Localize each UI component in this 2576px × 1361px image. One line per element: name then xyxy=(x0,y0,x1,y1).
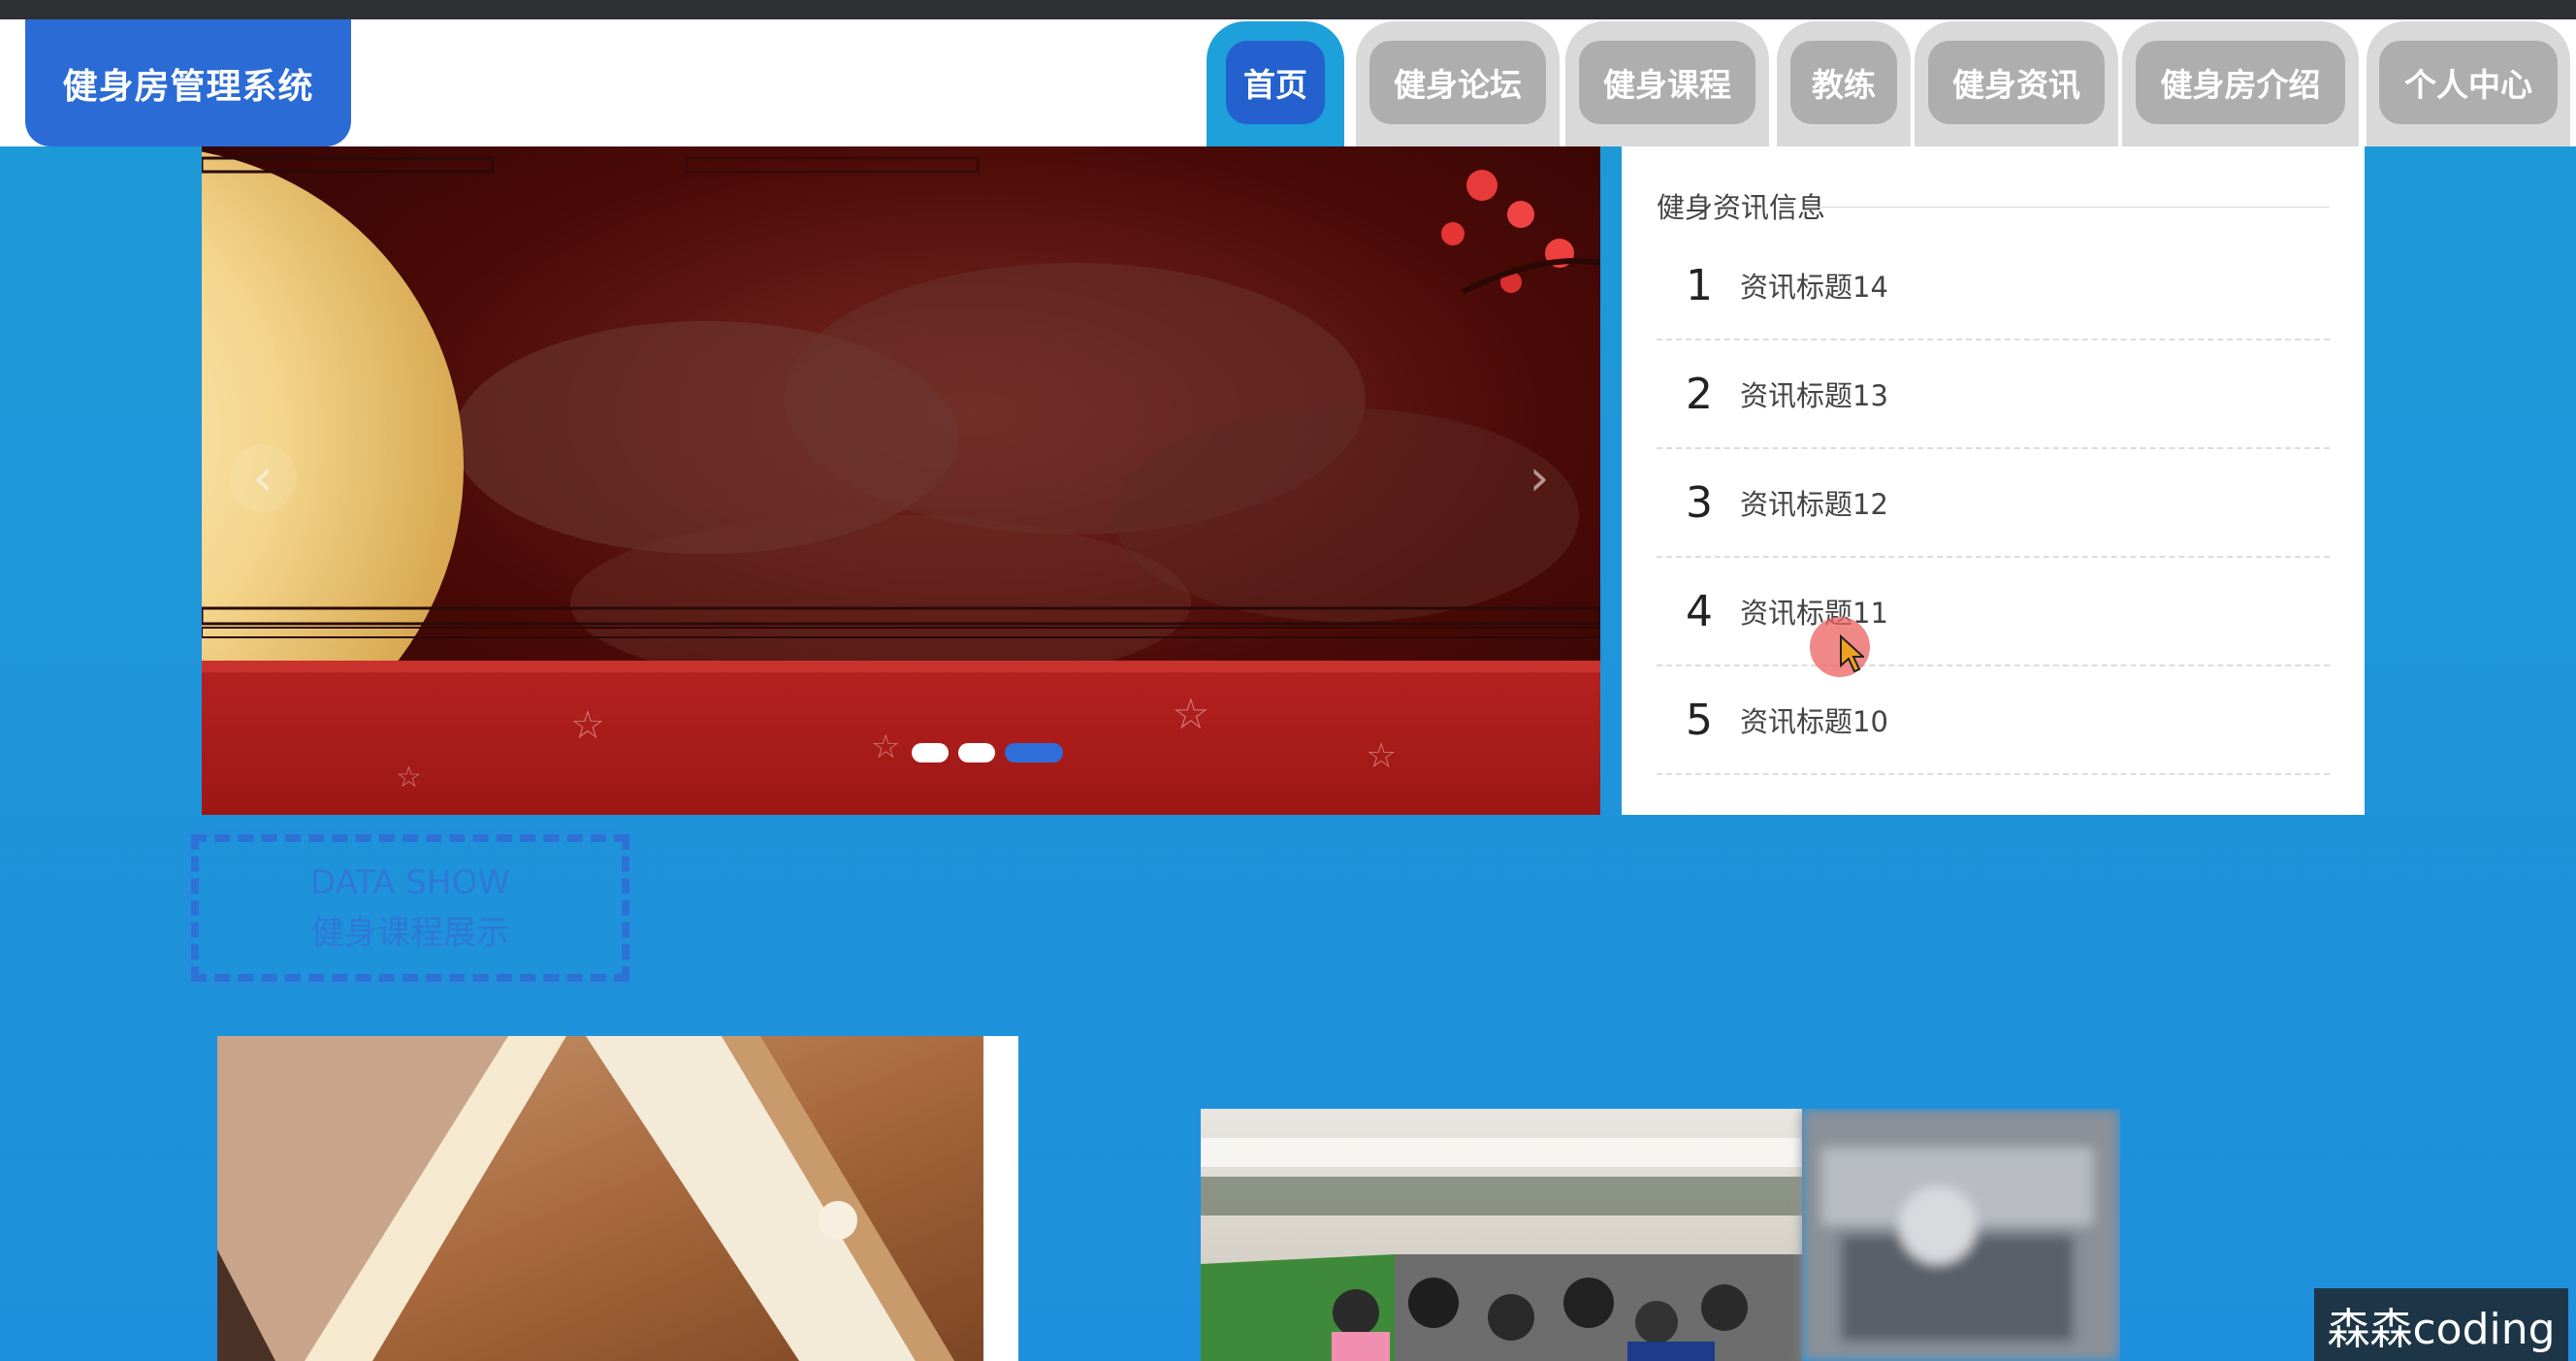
news-list-item[interactable]: 4 资讯标题11 xyxy=(1657,558,2330,666)
app-logo[interactable]: 健身房管理系统 xyxy=(25,19,351,146)
section-heading: DATA SHOW 健身课程展示 xyxy=(191,834,629,982)
news-item-number: 4 xyxy=(1686,586,1713,636)
course-photo xyxy=(1201,1109,2120,1361)
news-panel: 健身资讯信息 1 资讯标题14 2 资讯标题13 3 资讯标题12 4 资讯标题… xyxy=(1622,146,2365,815)
svg-text:☆: ☆ xyxy=(1172,690,1209,739)
nav-tab-about[interactable]: 健身房介绍 xyxy=(2122,21,2359,146)
watermark: 森森coding xyxy=(2314,1288,2568,1361)
news-item-title[interactable]: 资讯标题10 xyxy=(1740,699,1888,740)
nav-tab-profile-label: 个人中心 xyxy=(2379,41,2558,124)
course-photo xyxy=(217,1036,1018,1361)
carousel-dot[interactable] xyxy=(958,743,995,762)
news-item-title[interactable]: 资讯标题13 xyxy=(1740,373,1888,414)
news-panel-title: 健身资讯信息 xyxy=(1657,191,1826,224)
nav-tab-courses[interactable]: 健身课程 xyxy=(1565,21,1769,146)
svg-text:☆: ☆ xyxy=(396,761,422,794)
news-item-title[interactable]: 资讯标题14 xyxy=(1740,265,1888,306)
section-title-cn: 健身课程展示 xyxy=(311,914,509,953)
news-item-number: 1 xyxy=(1686,260,1713,310)
nav-tab-news-label: 健身资讯 xyxy=(1928,41,2105,124)
svg-text:☆: ☆ xyxy=(570,703,605,748)
nav-tab-forum[interactable]: 健身论坛 xyxy=(1356,21,1560,146)
news-list-item[interactable]: 5 资讯标题10 xyxy=(1657,666,2330,775)
nav-tab-profile[interactable]: 个人中心 xyxy=(2367,21,2570,146)
news-item-number: 3 xyxy=(1686,477,1713,528)
news-item-number: 2 xyxy=(1686,369,1713,419)
course-image[interactable] xyxy=(217,1036,1018,1361)
banner-carousel[interactable]: ☆ ☆ ☆ ☆ ☆ xyxy=(202,146,1600,815)
svg-text:☆: ☆ xyxy=(1366,736,1397,776)
nav-tab-courses-label: 健身课程 xyxy=(1579,41,1755,124)
news-list-item[interactable]: 2 资讯标题13 xyxy=(1657,340,2330,449)
nav-tab-news[interactable]: 健身资讯 xyxy=(1915,21,2118,146)
carousel-dot[interactable] xyxy=(912,743,949,762)
window-top-bar xyxy=(0,0,2576,19)
nav-tab-home-label: 首页 xyxy=(1226,41,1325,124)
carousel-indicators xyxy=(912,743,1063,762)
watermark-text: 森森coding xyxy=(2327,1304,2556,1354)
nav-tab-coach-label: 教练 xyxy=(1790,41,1897,124)
carousel-next-button[interactable]: › xyxy=(1505,444,1573,512)
nav-tab-coach[interactable]: 教练 xyxy=(1777,21,1911,146)
news-item-number: 5 xyxy=(1686,695,1713,745)
nav-tab-home[interactable]: 首页 xyxy=(1207,21,1344,146)
carousel-slide-image: ☆ ☆ ☆ ☆ ☆ xyxy=(202,146,1600,815)
news-item-title[interactable]: 资讯标题12 xyxy=(1740,482,1888,523)
chevron-left-icon: ‹ xyxy=(252,449,274,507)
carousel-prev-button[interactable]: ‹ xyxy=(229,444,297,512)
news-item-title[interactable]: 资讯标题11 xyxy=(1740,591,1888,632)
chevron-right-icon: › xyxy=(1529,449,1550,507)
nav-tab-about-label: 健身房介绍 xyxy=(2136,41,2345,124)
divider xyxy=(1806,207,2330,208)
app-title: 健身房管理系统 xyxy=(62,66,314,107)
news-list-item[interactable]: 1 资讯标题14 xyxy=(1657,232,2330,340)
section-title-en: DATA SHOW xyxy=(310,863,510,902)
carousel-dot-active[interactable] xyxy=(1005,743,1063,762)
nav-tab-forum-label: 健身论坛 xyxy=(1369,41,1546,124)
cursor-arrow-icon xyxy=(1840,634,1864,673)
news-list-item[interactable]: 3 资讯标题12 xyxy=(1657,449,2330,558)
svg-text:☆: ☆ xyxy=(871,728,900,766)
course-image[interactable] xyxy=(1201,1109,2120,1361)
